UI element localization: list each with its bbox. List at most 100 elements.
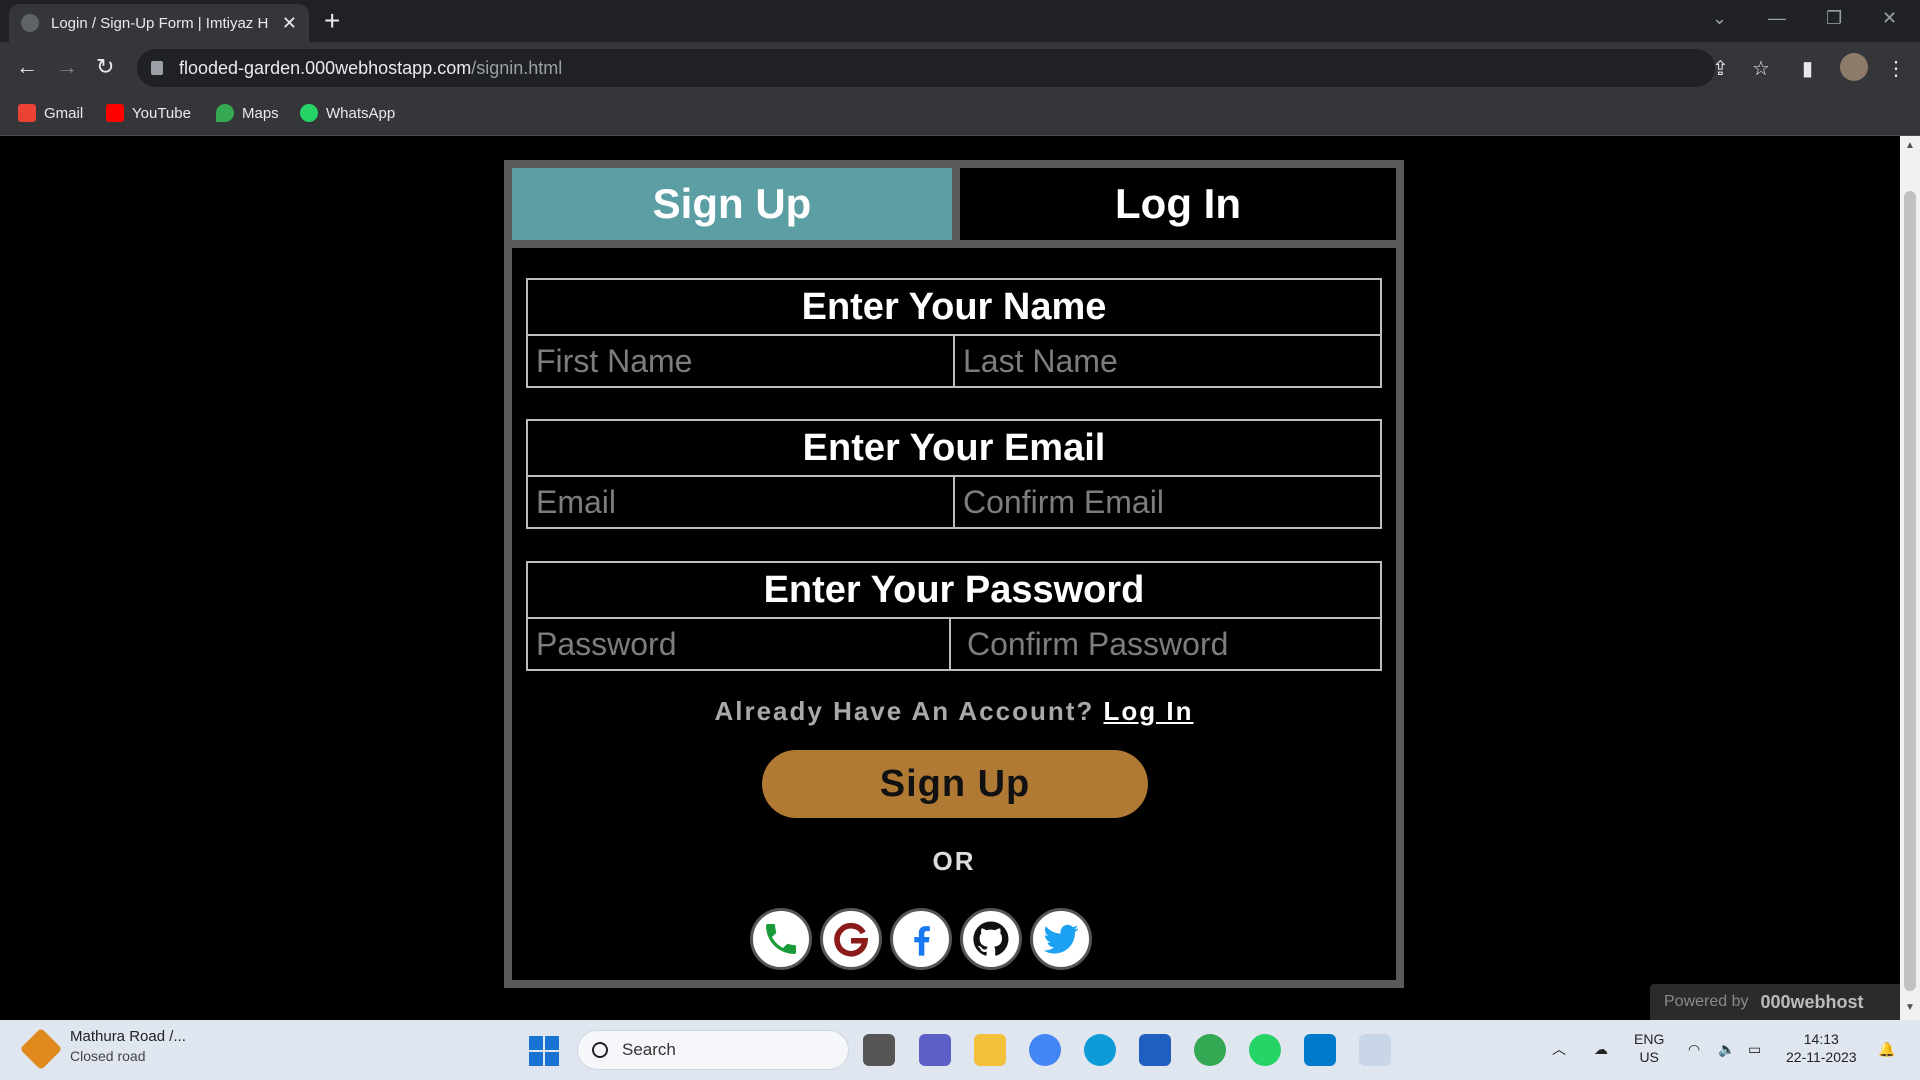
powered-by-brand: 000webhost: [1760, 991, 1864, 1012]
url-path: /signin.html: [471, 57, 563, 78]
name-group: Enter Your Name First Name Last Name: [526, 278, 1382, 388]
new-tab-icon[interactable]: +: [324, 6, 340, 36]
signup-button[interactable]: Sign Up: [762, 750, 1148, 818]
or-divider: OR: [932, 846, 976, 876]
password-input[interactable]: Password: [528, 619, 949, 669]
powered-by-label: Powered by: [1664, 993, 1749, 1010]
weather-title: Mathura Road /...: [70, 1028, 186, 1045]
browser-tab-strip: Login / Sign-Up Form | Imtiyaz H ✕ + ⌄ —…: [0, 0, 1920, 42]
store-icon[interactable]: [1139, 1034, 1171, 1066]
powered-by-badge[interactable]: Powered by 000webhost: [1650, 984, 1900, 1020]
profile-avatar[interactable]: [1840, 53, 1868, 81]
whatsapp-icon: [300, 104, 318, 122]
language-code: ENG: [1634, 1031, 1665, 1047]
tabs-divider: [512, 240, 1396, 248]
clock-date: 22-11-2023: [1786, 1049, 1857, 1065]
browser-toolbar: ← → ↻ flooded-garden.000webhostapp.com/s…: [0, 42, 1920, 94]
scroll-down-icon[interactable]: ▼: [1905, 1002, 1915, 1013]
bookmark-whatsapp[interactable]: WhatsApp: [300, 104, 395, 122]
login-link[interactable]: Log In: [1104, 696, 1194, 726]
gmail-icon: [18, 104, 36, 122]
task-view-icon[interactable]: [863, 1034, 895, 1066]
browser-tab[interactable]: Login / Sign-Up Form | Imtiyaz H ✕: [9, 4, 309, 42]
last-name-input[interactable]: Last Name: [953, 336, 1380, 386]
password-heading: Enter Your Password: [528, 563, 1380, 619]
tab-signup[interactable]: Sign Up: [512, 168, 952, 240]
bookmark-label: Maps: [242, 104, 279, 122]
email-heading: Enter Your Email: [528, 421, 1380, 477]
github-icon[interactable]: [960, 908, 1022, 970]
window-close-icon[interactable]: ✕: [1882, 8, 1897, 29]
onedrive-icon[interactable]: ☁: [1594, 1040, 1608, 1058]
share-icon[interactable]: ⇪: [1712, 56, 1729, 81]
minimize-icon[interactable]: —: [1768, 8, 1786, 29]
url-host: flooded-garden.000webhostapp.com: [179, 57, 472, 78]
first-name-input[interactable]: First Name: [528, 336, 953, 386]
email-group: Enter Your Email Email Confirm Email: [526, 419, 1382, 529]
chrome-profile-icon[interactable]: [1194, 1034, 1226, 1066]
bookmarks-bar: Gmail YouTube Maps WhatsApp: [0, 94, 1920, 136]
globe-icon: [21, 14, 39, 32]
weather-subtitle: Closed road: [70, 1048, 146, 1064]
snipping-tool-icon[interactable]: [1359, 1034, 1391, 1066]
lock-icon: [151, 61, 163, 75]
restore-icon[interactable]: ❐: [1826, 8, 1842, 29]
password-group: Enter Your Password Password Confirm Pas…: [526, 561, 1382, 671]
windows-taskbar: Mathura Road /... Closed road Search ︿ ☁…: [0, 1020, 1920, 1080]
reload-icon[interactable]: ↻: [96, 54, 114, 80]
confirm-email-input[interactable]: Confirm Email: [953, 477, 1380, 527]
facebook-icon[interactable]: [890, 908, 952, 970]
taskbar-search[interactable]: Search: [577, 1030, 849, 1070]
clock-time: 14:13: [1803, 1031, 1839, 1047]
whatsapp-taskbar-icon[interactable]: [1249, 1034, 1281, 1066]
page-scrollbar[interactable]: ▲ ▼: [1900, 136, 1920, 1020]
confirm-password-input[interactable]: Confirm Password: [949, 619, 1380, 669]
bookmark-star-icon[interactable]: ☆: [1752, 56, 1770, 81]
youtube-icon: [106, 104, 124, 122]
volume-icon[interactable]: 🔈: [1718, 1040, 1735, 1058]
language-indicator[interactable]: ENG US: [1634, 1030, 1664, 1066]
search-icon: [592, 1042, 608, 1058]
scroll-up-icon[interactable]: ▲: [1905, 140, 1915, 151]
name-heading: Enter Your Name: [528, 280, 1380, 336]
chrome-icon[interactable]: [1029, 1034, 1061, 1066]
twitter-icon[interactable]: [1030, 908, 1092, 970]
weather-widget[interactable]: Mathura Road /... Closed road: [19, 1027, 186, 1071]
bookmark-gmail[interactable]: Gmail: [18, 104, 83, 122]
forward-icon[interactable]: →: [56, 54, 78, 80]
tab-search-icon[interactable]: ⌄: [1712, 8, 1727, 29]
file-explorer-icon[interactable]: [974, 1034, 1006, 1066]
form-tabs: Sign Up Log In: [512, 168, 1396, 248]
battery-icon[interactable]: ▭: [1748, 1040, 1761, 1058]
vscode-icon[interactable]: [1304, 1034, 1336, 1066]
chevron-up-icon[interactable]: ︿: [1552, 1040, 1566, 1058]
address-bar[interactable]: flooded-garden.000webhostapp.com/signin.…: [137, 49, 1715, 87]
bookmark-label: WhatsApp: [326, 104, 396, 122]
tab-title: Login / Sign-Up Form | Imtiyaz H: [51, 14, 269, 32]
scroll-thumb[interactable]: [1904, 191, 1916, 991]
region-code: US: [1639, 1049, 1659, 1065]
edge-icon[interactable]: [1084, 1034, 1116, 1066]
bookmark-label: Gmail: [44, 104, 84, 122]
bookmark-maps[interactable]: Maps: [216, 104, 279, 122]
clock[interactable]: 14:13 22-11-2023: [1786, 1030, 1857, 1066]
maps-icon: [216, 104, 234, 122]
teams-icon[interactable]: [919, 1034, 951, 1066]
tab-login[interactable]: Log In: [952, 168, 1396, 240]
side-panel-icon[interactable]: ▮: [1802, 56, 1813, 81]
kebab-menu-icon[interactable]: ⋮: [1886, 56, 1906, 81]
email-input[interactable]: Email: [528, 477, 953, 527]
phone-icon[interactable]: [750, 908, 812, 970]
windows-start-icon[interactable]: [529, 1036, 559, 1066]
tab-close-icon[interactable]: ✕: [282, 13, 297, 34]
google-icon[interactable]: [820, 908, 882, 970]
traffic-warning-icon: [19, 1027, 63, 1071]
back-icon[interactable]: ←: [16, 54, 38, 80]
notifications-icon[interactable]: 🔔: [1878, 1040, 1895, 1058]
bookmark-youtube[interactable]: YouTube: [106, 104, 191, 122]
search-label: Search: [622, 1040, 676, 1059]
already-account-line: Already Have An Account? Log In: [512, 696, 1396, 727]
wifi-icon[interactable]: ◠: [1688, 1040, 1700, 1058]
page-viewport: Sign Up Log In Enter Your Name First Nam…: [0, 136, 1900, 1020]
signup-card: Sign Up Log In Enter Your Name First Nam…: [504, 160, 1404, 988]
